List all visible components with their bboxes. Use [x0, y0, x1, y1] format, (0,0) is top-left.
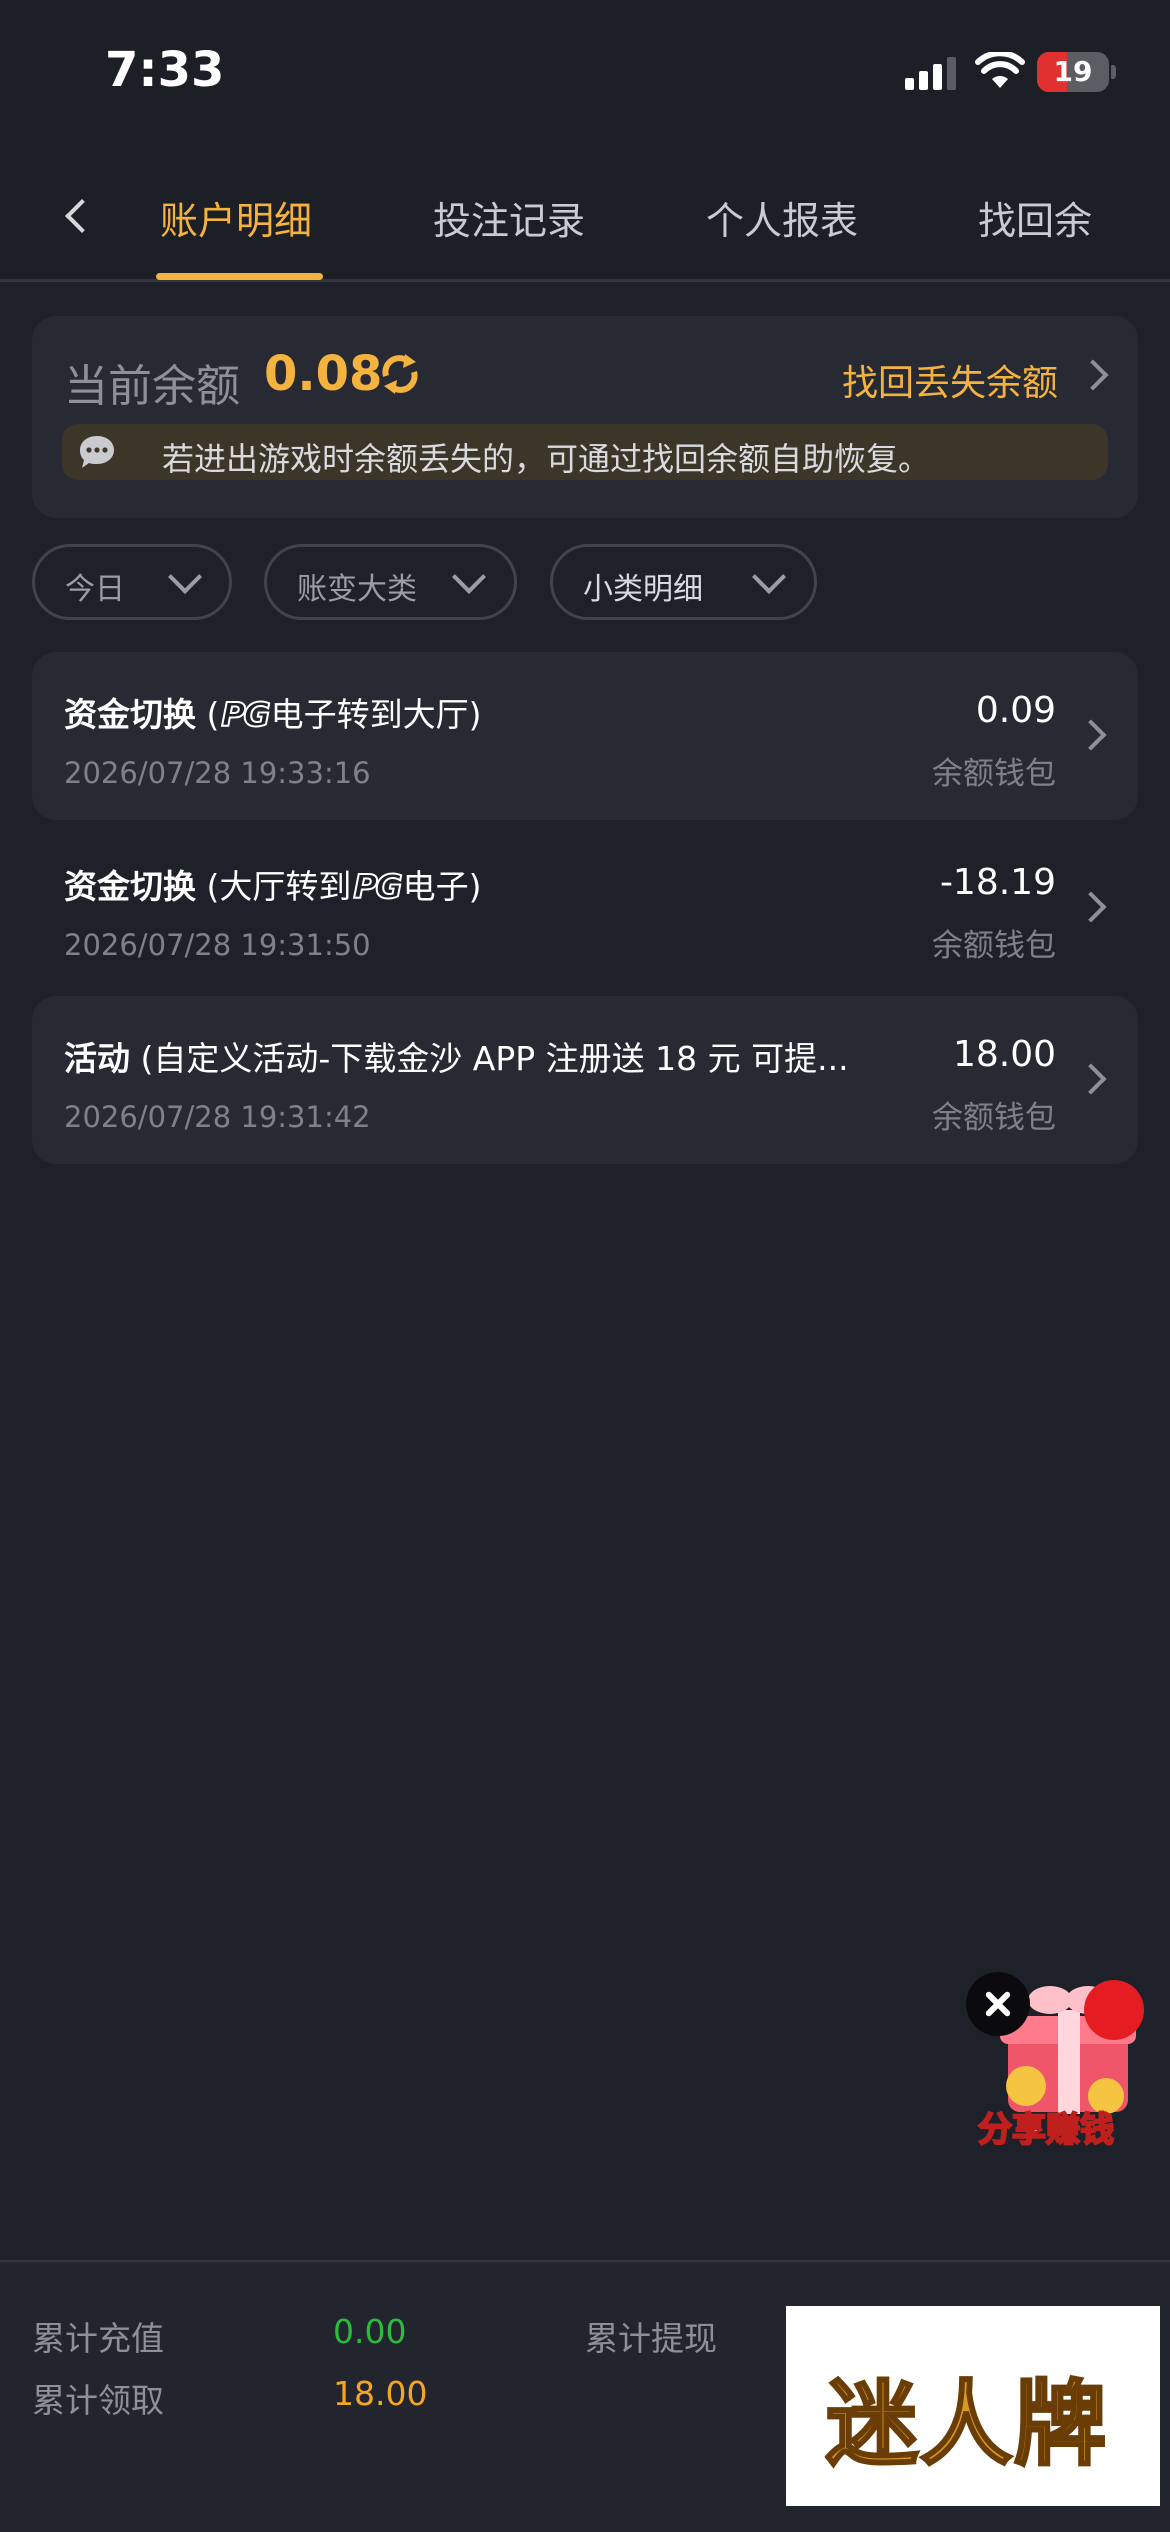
filter-date[interactable]: 今日 — [32, 544, 232, 620]
watermark-logo: 迷人牌 — [786, 2306, 1160, 2506]
promo-label: 分享赚钱 — [977, 2109, 1115, 2151]
tab-personal-report[interactable]: 个人报表 — [706, 190, 858, 245]
pg-logo-icon: PG — [352, 866, 403, 907]
battery-icon: 19 — [1037, 52, 1117, 92]
status-bar: 7:33 19 — [0, 0, 1170, 150]
top-nav: 账户明细 投注记录 个人报表 找回余 — [0, 150, 1170, 282]
chevron-down-icon — [168, 560, 202, 594]
chevron-right-icon — [1075, 719, 1107, 751]
record-wallet: 余额钱包 — [932, 756, 1056, 792]
notice-text: 若进出游戏时余额丢失的，可通过找回余额自助恢复。 — [162, 440, 931, 478]
filter-category-label: 账变大类 — [297, 572, 417, 607]
balance-label: 当前余额 — [64, 361, 240, 412]
recover-lost-balance-link[interactable]: 找回丢失余额 — [842, 354, 1058, 406]
cellular-signal-icon — [905, 57, 956, 90]
tab-account-details[interactable]: 账户明细 — [160, 190, 312, 245]
share-earn-promo[interactable]: 分享赚钱 — [962, 1968, 1152, 2158]
filter-subcategory-label: 小类明细 — [583, 572, 703, 607]
close-icon[interactable] — [966, 1972, 1030, 2036]
record-wallet: 余额钱包 — [932, 1100, 1056, 1136]
tab-bet-records[interactable]: 投注记录 — [433, 190, 585, 245]
pg-logo-icon: PG — [220, 694, 271, 735]
watermark-text: 迷人牌 — [824, 2370, 1109, 2480]
record-title: 资金切换 (大厅转到PG电子) — [64, 866, 482, 907]
active-tab-indicator — [156, 273, 323, 280]
status-time: 7:33 — [105, 42, 225, 98]
balance-value: 0.08 — [264, 346, 383, 402]
filter-date-label: 今日 — [65, 572, 125, 607]
chevron-right-icon — [1075, 891, 1107, 923]
record-title: 资金切换 (PG电子转到大厅) — [64, 694, 482, 735]
chevron-right-icon[interactable] — [1077, 359, 1109, 391]
record-wallet: 余额钱包 — [932, 928, 1056, 964]
wifi-icon — [975, 52, 1025, 88]
record-amount: 0.09 — [975, 690, 1056, 731]
chevron-down-icon — [452, 560, 486, 594]
record-title: 活动 (自定义活动-下载金沙 APP 注册送 18 元 可提... — [64, 1039, 849, 1078]
back-chevron-icon[interactable] — [56, 190, 96, 240]
chevron-right-icon — [1075, 1063, 1107, 1095]
record-amount: 18.00 — [952, 1034, 1056, 1075]
record-row[interactable]: 资金切换 (大厅转到PG电子) 2026/07/28 19:31:50 -18.… — [32, 824, 1138, 992]
total-deposit-value: 0.00 — [333, 2312, 407, 2351]
filter-subcategory[interactable]: 小类明细 — [550, 544, 817, 620]
record-date: 2026/07/28 19:33:16 — [64, 756, 371, 790]
total-withdraw-label: 累计提现 — [585, 2319, 717, 2358]
record-date: 2026/07/28 19:31:50 — [64, 928, 371, 962]
total-deposit-label: 累计充值 — [32, 2319, 164, 2358]
total-claim-value: 18.00 — [333, 2374, 428, 2413]
record-row[interactable]: 资金切换 (PG电子转到大厅) 2026/07/28 19:33:16 0.09… — [32, 652, 1138, 820]
chat-bubble-icon — [80, 436, 114, 468]
notice-banner: 若进出游戏时余额丢失的，可通过找回余额自助恢复。 — [62, 424, 1108, 480]
record-row[interactable]: 活动 (自定义活动-下载金沙 APP 注册送 18 元 可提... 2026/0… — [32, 996, 1138, 1164]
balance-card: 当前余额 0.08 找回丢失余额 若进出游戏时余额丢失的，可通过找回余额自助恢复… — [32, 316, 1138, 518]
refresh-icon[interactable] — [378, 352, 422, 396]
battery-level: 19 — [1053, 55, 1093, 88]
tab-recover-balance[interactable]: 找回余 — [978, 190, 1092, 245]
chevron-down-icon — [752, 560, 786, 594]
filter-category[interactable]: 账变大类 — [264, 544, 517, 620]
record-amount: -18.19 — [939, 862, 1056, 903]
total-claim-label: 累计领取 — [32, 2381, 164, 2420]
record-date: 2026/07/28 19:31:42 — [64, 1100, 371, 1134]
